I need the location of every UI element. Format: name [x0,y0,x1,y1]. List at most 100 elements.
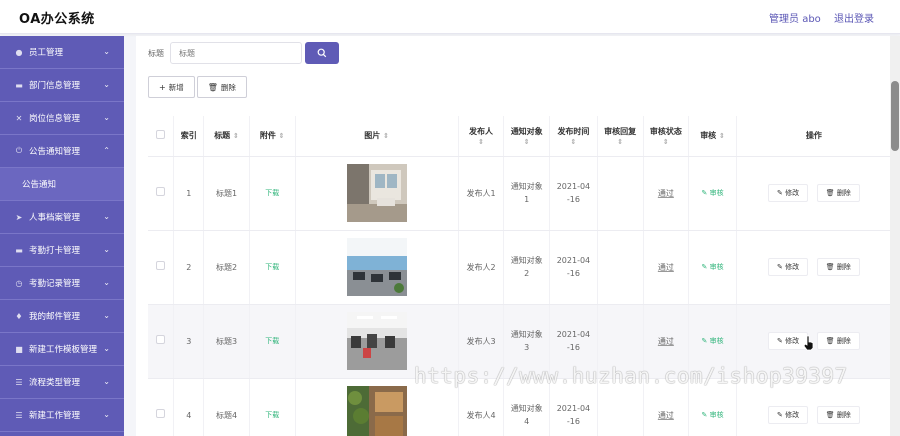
cell-target: 通知对象 1 [503,156,551,231]
cell-image [295,230,459,305]
send-icon: ➤ [15,212,23,222]
sidebar-item-notice[interactable]: ⏻ 公告通知管理 ⌃ [0,135,124,168]
current-user-link[interactable]: 管理员 abo [769,14,821,25]
header-image[interactable]: 图片 ⇕ [295,116,459,157]
chevron-down-icon: ⌄ [103,278,110,287]
sidebar-item-label: 我的邮件管理 [29,312,81,322]
edit-button[interactable]: ✎ 修改 [768,406,809,424]
office-photo-image [346,312,407,370]
sidebar-item-position[interactable]: ✕ 岗位信息管理 ⌄ [0,102,124,135]
search-bar: 标题 [148,42,339,64]
cell-reply [597,230,644,305]
header-reply[interactable]: 审核回复 ⇕ [597,116,644,157]
download-link[interactable]: 下载 [265,263,279,271]
download-link[interactable]: 下载 [265,337,279,345]
watermark-text: https://www.huzhan.com/ishop39397 [414,364,848,388]
download-link[interactable]: 下载 [265,189,279,197]
logout-link[interactable]: 退出登录 [834,14,874,25]
sidebar-item-label: 人事档案管理 [29,213,81,223]
sidebar-subitem-notice[interactable]: 公告通知 [0,168,124,201]
trash-icon: 🗑 [825,262,835,271]
cell-publisher: 发布人2 [458,230,505,305]
sliders-icon: ☰ [15,410,23,420]
sidebar-item-attendance[interactable]: ◷ 考勤记录管理 ⌄ [0,267,124,300]
chevron-down-icon: ⌄ [103,377,110,386]
table-row: 1 标题1 下载 发布人1 通知对象 1 2021-04 -16 通过 ✎ 审核… [148,156,893,231]
delete-button[interactable]: 🗑 删除 [816,258,860,276]
cell-ops: ✎ 修改 🗑 删除 [736,156,893,231]
add-button[interactable]: + 新增 [148,76,195,98]
table-header-row: 索引 标题 ⇕ 附件 ⇕ 图片 ⇕ 发布人 ⇕ 通知对象 ⇕ 发布时间 ⇕ 审核回复 ⇕… [148,116,893,157]
sidebar-item-clockin[interactable]: ▬ 考勤打卡管理 ⌄ [0,234,124,267]
power-icon: ⏻ [15,146,23,155]
delete-button[interactable]: 🗑 删除 [816,332,860,350]
cell-ops: ✎ 修改 🗑 删除 [736,230,893,305]
audit-link[interactable]: ✎ 审核 [701,411,723,419]
header-title[interactable]: 标题 ⇕ [203,116,250,157]
app-title: OA办公系统 [19,12,95,27]
row-checkbox[interactable] [148,230,175,305]
header-target[interactable]: 通知对象 ⇕ [503,116,551,157]
search-input[interactable] [170,42,302,64]
edit-icon: ✎ [701,411,708,419]
sort-icon: ⇕ [478,137,484,146]
sidebar-item-label: 考勤记录管理 [29,279,81,289]
row-checkbox[interactable] [148,304,175,379]
sidebar-item-personnel[interactable]: ➤ 人事档案管理 ⌄ [0,201,124,234]
chevron-down-icon: ⌄ [103,245,110,254]
batch-delete-button[interactable]: 🗑 删除 [196,76,247,98]
sort-icon: ⇕ [278,132,285,141]
sidebar-item-mail[interactable]: ♦ 我的邮件管理 ⌄ [0,300,124,333]
edit-icon: ✎ [701,189,708,197]
page-scrollbar[interactable] [890,36,900,436]
chevron-down-icon: ⌄ [103,113,110,122]
scrollbar-thumb[interactable] [891,81,899,151]
cell-target: 通知对象 2 [503,230,551,305]
edit-icon: ✎ [777,188,783,197]
header-time[interactable]: 发布时间 ⇕ [549,116,598,157]
header-attachment[interactable]: 附件 ⇕ [249,116,296,157]
chevron-down-icon: ⌄ [103,47,110,56]
sidebar-item-department[interactable]: ▬ 部门信息管理 ⌄ [0,69,124,102]
header-status[interactable]: 审核状态 ⇕ [643,116,690,157]
edit-icon: ✎ [777,262,783,271]
audit-link[interactable]: ✎ 审核 [701,189,723,197]
mic-icon: ♦ [15,311,23,321]
select-all-checkbox[interactable] [148,116,175,157]
sidebar-item-template[interactable]: ■ 新建工作模板管理 ⌄ [0,333,124,366]
search-button[interactable] [305,42,339,64]
cell-title: 标题4 [203,378,250,436]
cell-time: 2021-04 -16 [549,230,598,305]
audit-link[interactable]: ✎ 审核 [701,337,723,345]
header-audit[interactable]: 审核 ⇕ [688,116,737,157]
row-checkbox[interactable] [148,378,175,436]
header-publisher[interactable]: 发布人 ⇕ [458,116,505,157]
delete-button[interactable]: 🗑 删除 [816,184,860,202]
delete-button[interactable]: 🗑 删除 [816,406,860,424]
sidebar-item-flow[interactable]: ☰ 流程类型管理 ⌄ [0,366,124,399]
edit-button[interactable]: ✎ 修改 [768,258,809,276]
cell-index: 1 [173,156,205,231]
doc-icon: ■ [15,344,23,354]
cell-status: 通过 [643,230,690,305]
cell-publisher: 发布人1 [458,156,505,231]
sidebar-item-label: 流程类型管理 [29,378,81,388]
sort-icon: ⇕ [662,137,669,146]
cell-time: 2021-04 -16 [549,156,598,231]
chevron-down-icon: ⌄ [103,410,110,419]
sidebar-item-label: 员工管理 [29,48,64,58]
edit-button[interactable]: ✎ 修改 [768,184,809,202]
row-checkbox[interactable] [148,156,175,231]
download-link[interactable]: 下载 [265,411,279,419]
menu-icon: ☰ [15,377,23,387]
sort-icon: ⇕ [383,132,389,141]
header-ops: 操作 [736,116,893,157]
sidebar-item-staff[interactable]: ● 员工管理 ⌄ [0,36,124,69]
header-index: 索引 [173,116,205,157]
sidebar-item-work[interactable]: ☰ 新建工作管理 ⌄ [0,399,124,432]
audit-link[interactable]: ✎ 审核 [701,263,723,271]
tool-icon: ✕ [15,113,23,123]
clock-icon: ◷ [15,278,23,288]
office-photo-image [346,164,407,222]
sidebar-item-label: 考勤打卡管理 [29,246,81,256]
